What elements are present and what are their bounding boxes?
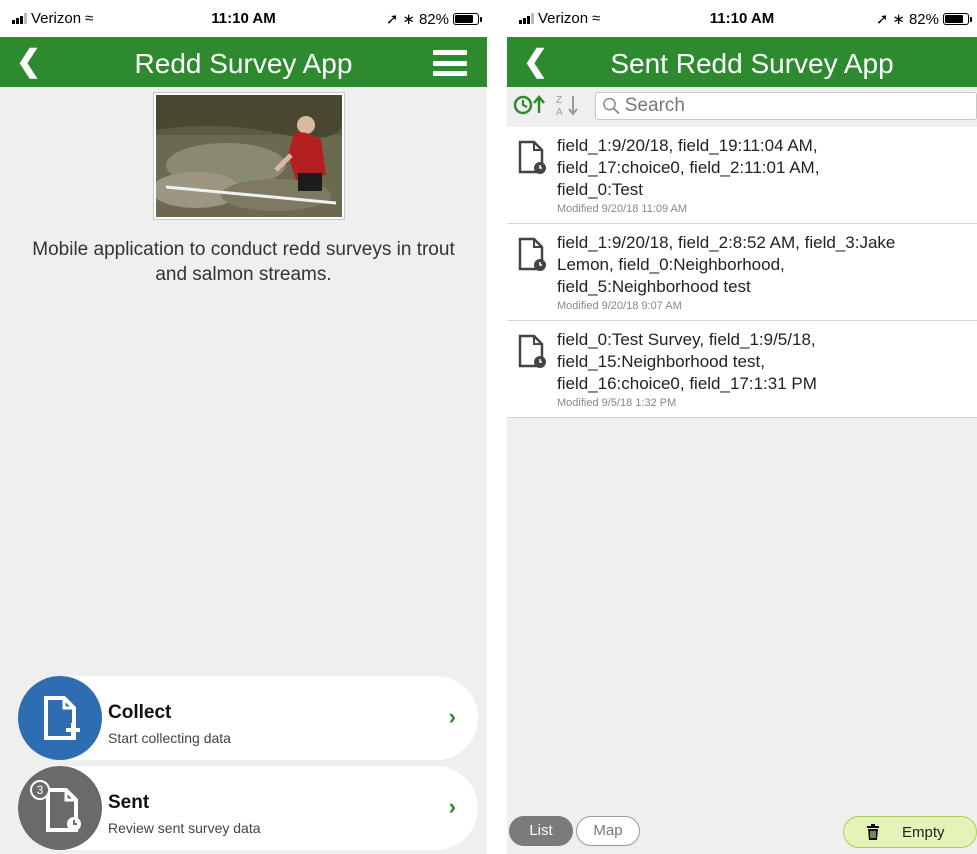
list-item[interactable]: field_1:9/20/18, field_2:8:52 AM, field_…	[507, 224, 977, 321]
status-bar: Verizon ≈ 11:10 AM ➚ ∗ 82%	[0, 0, 487, 37]
sent-screen: Verizon ≈ 11:10 AM ➚ ∗ 82% ❮ Sent Redd S…	[507, 0, 977, 854]
battery-fill	[945, 15, 964, 23]
item-line: field_15:Neighborhood test,	[557, 352, 765, 371]
list-toolbar: Z A	[507, 87, 977, 123]
battery-percent: 82%	[908, 10, 939, 28]
chevron-right-icon: ›	[448, 704, 456, 729]
list-item[interactable]: field_1:9/20/18, field_19:11:04 AM, fiel…	[507, 127, 977, 224]
nav-bar: ❮ Sent Redd Survey App	[507, 37, 977, 87]
collect-label: Collect	[108, 702, 172, 723]
battery-icon	[453, 13, 482, 25]
item-line: field_1:9/20/18, field_2:8:52 AM, field_…	[557, 233, 896, 252]
tab-list[interactable]: List	[509, 816, 573, 846]
sent-icon	[18, 766, 102, 850]
app-description: Mobile application to conduct redd surve…	[32, 239, 455, 285]
status-right: ➚ ∗ 82%	[385, 10, 482, 28]
bottom-bar: List Map Empty	[507, 810, 977, 854]
empty-button[interactable]: Empty	[843, 816, 977, 848]
survey-thumbnail	[153, 92, 345, 220]
sent-survey-list: field_1:9/20/18, field_19:11:04 AM, fiel…	[507, 127, 977, 418]
page-title: Sent Redd Survey App	[610, 48, 894, 79]
location-icon: ➚	[385, 11, 399, 28]
battery-percent: 82%	[418, 10, 449, 28]
battery-icon	[943, 13, 972, 25]
status-right: ➚ ∗ 82%	[875, 10, 972, 28]
sent-button[interactable]: 3 Sent Review sent survey data ›	[18, 766, 478, 850]
list-item[interactable]: field_0:Test Survey, field_1:9/5/18, fie…	[507, 321, 977, 418]
stream-photo	[156, 95, 342, 217]
item-line: Lemon, field_0:Neighborhood,	[557, 255, 785, 274]
sent-document-icon	[518, 140, 546, 174]
search-icon	[603, 97, 620, 115]
item-line: field_16:choice0, field_17:1:31 PM	[557, 374, 817, 393]
item-line: field_0:Test Survey, field_1:9/5/18,	[557, 330, 816, 349]
item-line: field_0:Test	[557, 180, 643, 199]
sent-label: Sent	[108, 792, 150, 813]
back-button[interactable]: ❮	[16, 47, 41, 77]
collect-subtitle: Start collecting data	[108, 730, 231, 746]
sort-alphabetical-icon[interactable]: Z A	[555, 93, 581, 117]
back-button[interactable]: ❮	[523, 47, 548, 77]
tab-map[interactable]: Map	[576, 816, 640, 846]
battery-fill	[455, 15, 474, 23]
trash-icon	[867, 824, 879, 840]
modified-date: Modified 9/5/18 1:32 PM	[557, 397, 677, 409]
nav-bar: ❮ Redd Survey App	[0, 37, 487, 87]
collect-button[interactable]: Collect Start collecting data ›	[18, 676, 478, 760]
page-title: Redd Survey App	[134, 48, 353, 79]
sort-by-time-icon[interactable]	[513, 93, 553, 117]
svg-text:A: A	[556, 107, 563, 117]
svg-text:Z: Z	[556, 95, 562, 106]
modified-date: Modified 9/20/18 9:07 AM	[557, 300, 682, 312]
sent-count-badge: 3	[30, 780, 50, 800]
sent-document-icon	[518, 237, 546, 271]
home-screen: Verizon ≈ 11:10 AM ➚ ∗ 82% ❮ Redd Survey…	[0, 0, 487, 854]
search-input[interactable]	[624, 95, 976, 117]
status-bar: Verizon ≈ 11:10 AM ➚ ∗ 82%	[507, 0, 977, 37]
modified-date: Modified 9/20/18 11:09 AM	[557, 203, 688, 215]
menu-icon[interactable]	[433, 50, 467, 76]
chevron-right-icon: ›	[448, 794, 456, 819]
bluetooth-icon: ∗	[402, 11, 415, 28]
empty-label: Empty	[902, 823, 945, 841]
item-line: field_17:choice0, field_2:11:01 AM,	[557, 158, 820, 177]
bluetooth-icon: ∗	[892, 11, 905, 28]
search-box	[595, 92, 977, 120]
sent-subtitle: Review sent survey data	[108, 820, 261, 836]
item-line: field_5:Neighborhood test	[557, 277, 751, 296]
item-line: field_1:9/20/18, field_19:11:04 AM,	[557, 136, 818, 155]
sent-document-icon	[518, 334, 546, 368]
collect-icon	[18, 676, 102, 760]
location-icon: ➚	[875, 11, 889, 28]
